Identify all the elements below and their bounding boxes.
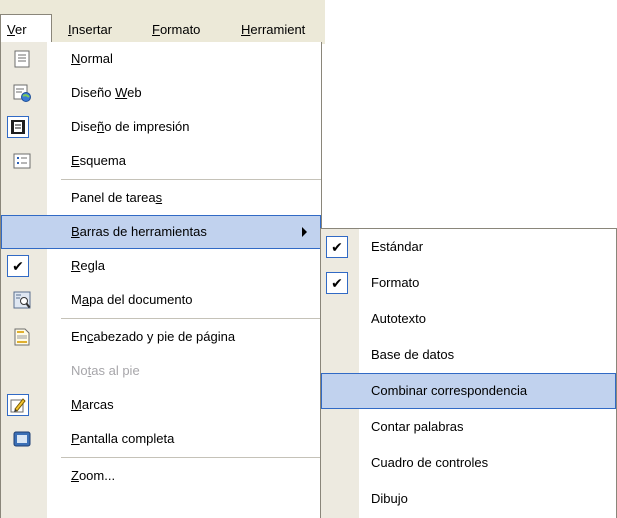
menu-item-task-pane[interactable]: Panel de tareas xyxy=(1,181,321,215)
checkmark-icon: ✔ xyxy=(326,236,348,258)
menu-item-ruler[interactable]: ✔ Regla xyxy=(1,249,321,283)
document-map-icon xyxy=(13,291,31,309)
ver-menu: Normal Diseño Web Diseño de impresión Es… xyxy=(0,42,322,518)
submenu-item-label: Estándar xyxy=(371,239,424,254)
menu-bar: Ver Insertar Formato Herramient xyxy=(0,0,325,44)
menu-item-label: Diseño de impresión xyxy=(71,119,190,134)
menu-separator xyxy=(61,179,321,180)
menu-item-label: Zoom... xyxy=(71,468,116,483)
menu-item-label: Panel de tareas xyxy=(71,190,163,205)
submenu-item-label: Combinar correspondencia xyxy=(371,383,528,398)
menu-item-footnotes: Notas al pie xyxy=(1,354,321,388)
submenu-item-mail-merge[interactable]: Combinar correspondencia xyxy=(321,373,616,409)
submenu-item-control-toolbox[interactable]: Cuadro de controles xyxy=(321,445,616,481)
menu-item-label: Barras de herramientas xyxy=(71,224,207,239)
submenu-item-label: Autotexto xyxy=(371,311,426,326)
markup-icon xyxy=(10,398,26,413)
submenu-item-label: Contar palabras xyxy=(371,419,464,434)
menu-insertar[interactable]: Insertar xyxy=(68,20,112,40)
print-layout-icon xyxy=(11,120,25,134)
normal-view-icon xyxy=(14,50,30,68)
menu-item-label: Regla xyxy=(71,258,105,273)
menu-item-toolbars[interactable]: Barras de herramientas xyxy=(1,215,321,249)
menu-formato[interactable]: Formato xyxy=(152,20,200,40)
submenu-item-standard[interactable]: ✔ Estándar xyxy=(321,229,616,265)
submenu-item-label: Formato xyxy=(371,275,420,290)
submenu-item-word-count[interactable]: Contar palabras xyxy=(321,409,616,445)
web-layout-icon xyxy=(13,84,31,102)
menu-item-print-layout[interactable]: Diseño de impresión xyxy=(1,110,321,144)
submenu-item-database[interactable]: Base de datos xyxy=(321,337,616,373)
menu-item-label: Normal xyxy=(71,51,113,66)
menu-item-label: Notas al pie xyxy=(71,363,140,378)
menu-herramientas[interactable]: Herramient xyxy=(241,20,323,40)
checkmark-icon: ✔ xyxy=(7,255,29,277)
submenu-item-autotext[interactable]: Autotexto xyxy=(321,301,616,337)
full-screen-icon xyxy=(13,431,31,447)
menu-item-header-footer[interactable]: Encabezado y pie de página xyxy=(1,320,321,354)
toolbars-submenu: ✔ Estándar ✔ Formato Autotexto Base de d… xyxy=(320,228,617,518)
header-footer-icon xyxy=(14,328,30,346)
submenu-item-label: Dibujo xyxy=(371,491,408,506)
submenu-item-label: Cuadro de controles xyxy=(371,455,489,470)
menu-item-normal[interactable]: Normal xyxy=(1,42,321,76)
menu-item-label: Esquema xyxy=(71,153,126,168)
menu-item-document-map[interactable]: Mapa del documento xyxy=(1,283,321,317)
outline-view-icon xyxy=(13,153,31,169)
menu-item-zoom[interactable]: Zoom... xyxy=(1,459,321,493)
menu-item-full-screen[interactable]: Pantalla completa xyxy=(1,422,321,456)
menu-item-label: Diseño Web xyxy=(71,85,142,100)
submenu-arrow-icon xyxy=(302,227,307,237)
menu-item-label: Pantalla completa xyxy=(71,431,175,446)
checkmark-icon: ✔ xyxy=(326,272,348,294)
submenu-item-label: Base de datos xyxy=(371,347,455,362)
menu-item-label: Encabezado y pie de página xyxy=(71,329,236,344)
menu-item-label: Marcas xyxy=(71,397,114,412)
submenu-item-drawing[interactable]: Dibujo xyxy=(321,481,616,517)
menu-separator xyxy=(61,457,321,458)
submenu-item-formatting[interactable]: ✔ Formato xyxy=(321,265,616,301)
menu-ver[interactable]: Ver xyxy=(7,20,27,40)
menu-item-markup[interactable]: Marcas xyxy=(1,388,321,422)
menu-item-web-layout[interactable]: Diseño Web xyxy=(1,76,321,110)
menu-item-outline[interactable]: Esquema xyxy=(1,144,321,178)
menu-item-label: Mapa del documento xyxy=(71,292,193,307)
menu-separator xyxy=(61,318,321,319)
